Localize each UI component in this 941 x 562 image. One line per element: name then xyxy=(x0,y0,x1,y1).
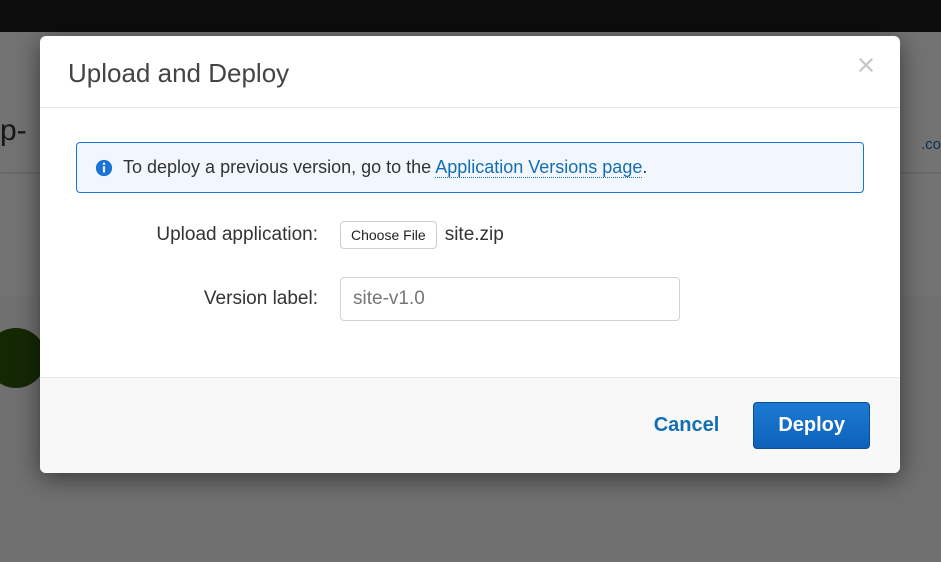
deploy-button[interactable]: Deploy xyxy=(753,402,870,449)
version-label-label: Version label: xyxy=(76,288,340,310)
upload-application-row: Upload application: Choose File site.zip xyxy=(76,221,864,249)
upload-deploy-dialog: Upload and Deploy To deploy a previous v… xyxy=(40,36,900,473)
version-label-input[interactable] xyxy=(340,277,680,321)
close-icon xyxy=(857,62,875,77)
application-versions-link[interactable]: Application Versions page xyxy=(435,157,642,178)
dialog-title: Upload and Deploy xyxy=(68,58,872,89)
choose-file-button[interactable]: Choose File xyxy=(340,221,437,249)
close-button[interactable] xyxy=(854,54,878,78)
upload-application-controls: Choose File site.zip xyxy=(340,221,504,249)
dialog-body: To deploy a previous version, go to the … xyxy=(40,108,900,377)
selected-file-name: site.zip xyxy=(445,224,504,246)
info-alert: To deploy a previous version, go to the … xyxy=(76,142,864,193)
cancel-button[interactable]: Cancel xyxy=(650,406,724,445)
form-rows: Upload application: Choose File site.zip… xyxy=(76,221,864,321)
upload-application-label: Upload application: xyxy=(76,224,340,246)
dialog-header: Upload and Deploy xyxy=(40,36,900,108)
info-alert-text: To deploy a previous version, go to the … xyxy=(123,157,647,178)
info-alert-prefix: To deploy a previous version, go to the xyxy=(123,157,435,177)
info-alert-suffix: . xyxy=(642,157,647,177)
version-label-controls xyxy=(340,277,680,321)
version-label-row: Version label: xyxy=(76,277,864,321)
info-icon xyxy=(95,159,113,177)
dialog-footer: Cancel Deploy xyxy=(40,377,900,473)
